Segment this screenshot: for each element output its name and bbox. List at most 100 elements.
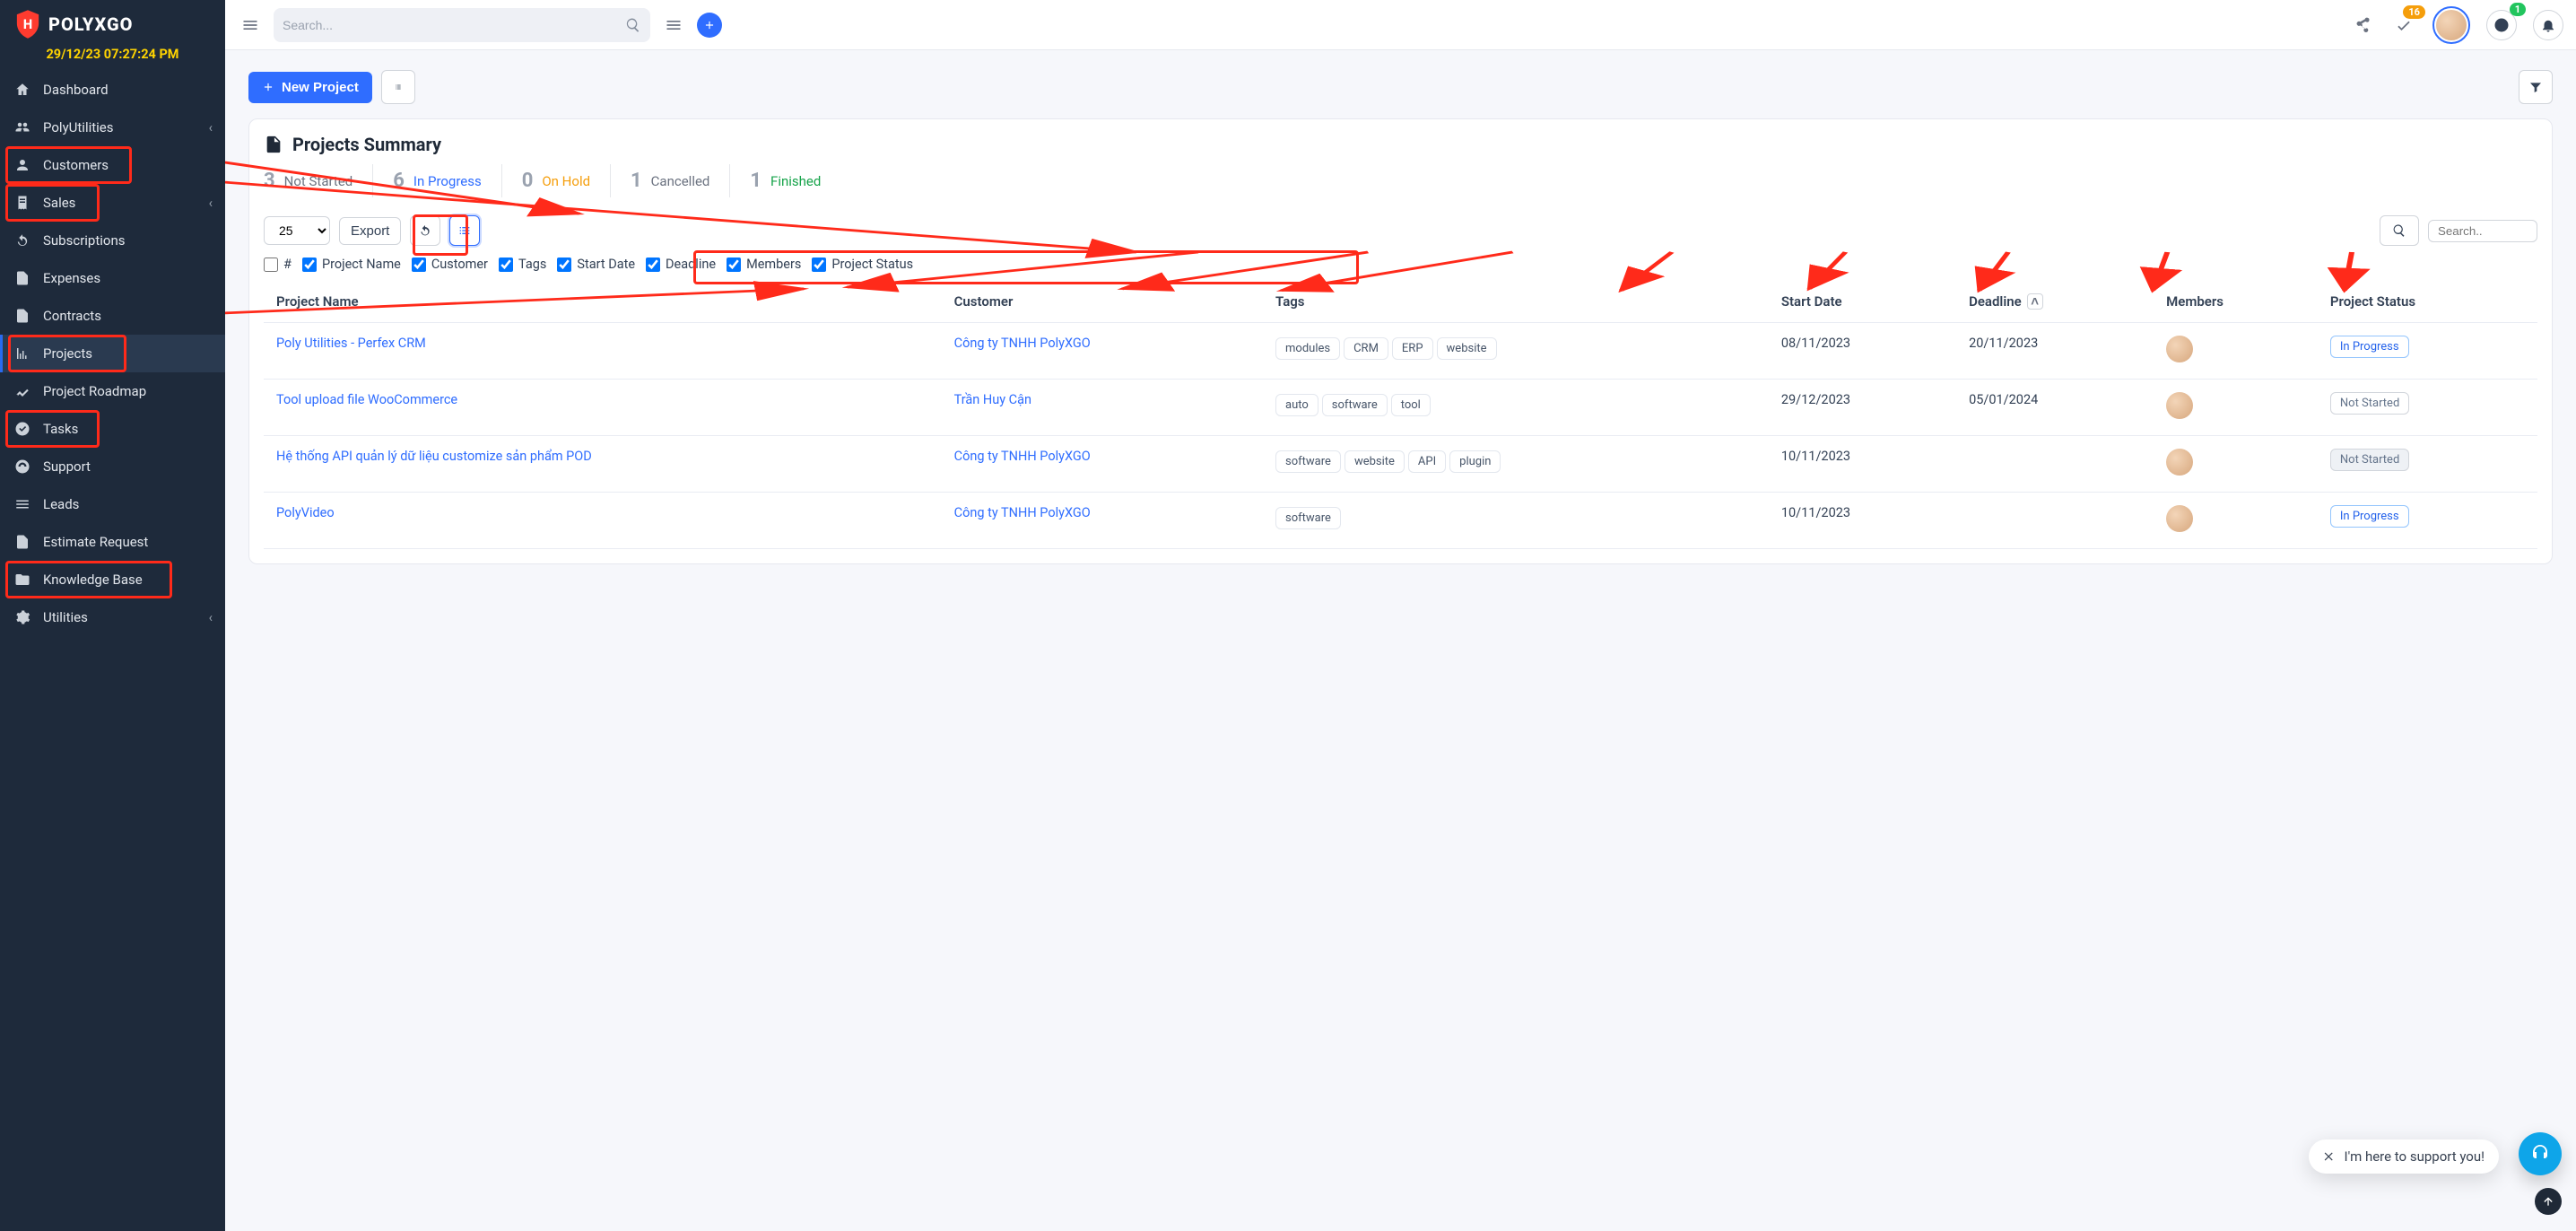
th-project-name[interactable]: Project Name: [264, 281, 942, 323]
nav-icon: [13, 231, 32, 250]
stat-num: 1: [631, 170, 642, 192]
sidebar-item-tasks[interactable]: Tasks: [0, 410, 225, 448]
tag[interactable]: software: [1322, 394, 1388, 416]
project-link[interactable]: Tool upload file WooCommerce: [276, 392, 457, 407]
sidebar-item-customers[interactable]: Customers: [0, 146, 225, 184]
member-avatar[interactable]: [2166, 392, 2193, 419]
sidebar-item-leads[interactable]: Leads: [0, 485, 225, 523]
col-toggle-checkbox[interactable]: [646, 258, 660, 272]
columns-button[interactable]: [449, 215, 480, 246]
user-avatar[interactable]: [2432, 6, 2470, 44]
col-toggle-checkbox[interactable]: [812, 258, 826, 272]
col-toggle-start-date[interactable]: Start Date: [557, 257, 635, 272]
col-toggle-checkbox[interactable]: [727, 258, 741, 272]
col-toggle-checkbox[interactable]: [557, 258, 571, 272]
bell-icon[interactable]: [2533, 10, 2563, 40]
check-notif[interactable]: 16: [2391, 13, 2416, 38]
close-icon[interactable]: [2323, 1150, 2336, 1163]
tag[interactable]: ERP: [1392, 337, 1433, 360]
project-link[interactable]: Hệ thống API quản lý dữ liệu customize s…: [276, 449, 592, 464]
th-start-date[interactable]: Start Date: [1769, 281, 1956, 323]
new-project-button[interactable]: New Project: [248, 72, 372, 103]
stat-label: Finished: [770, 173, 821, 189]
status-pill[interactable]: In Progress: [2330, 505, 2409, 528]
th-project-status[interactable]: Project Status: [2318, 281, 2537, 323]
tag[interactable]: plugin: [1449, 450, 1501, 473]
sidebar-item-sales[interactable]: Sales ‹: [0, 184, 225, 222]
col-toggle-project-status[interactable]: Project Status: [812, 257, 913, 272]
sidebar-item-project-roadmap[interactable]: Project Roadmap: [0, 372, 225, 410]
status-pill[interactable]: Not Started: [2330, 392, 2409, 415]
brand[interactable]: H POLYXGO: [0, 0, 225, 43]
tag[interactable]: website: [1437, 337, 1497, 360]
support-fab[interactable]: [2519, 1132, 2562, 1175]
menu-list-icon[interactable]: [661, 13, 686, 38]
tag[interactable]: software: [1275, 507, 1341, 529]
member-avatar[interactable]: [2166, 505, 2193, 532]
col-toggle--[interactable]: #: [264, 257, 292, 272]
col-toggle-checkbox[interactable]: [302, 258, 317, 272]
status-pill[interactable]: Not Started: [2330, 449, 2409, 471]
search-input[interactable]: [283, 18, 625, 32]
tag[interactable]: auto: [1275, 394, 1318, 416]
chevron-left-icon: ‹: [209, 610, 213, 625]
member-avatar[interactable]: [2166, 336, 2193, 362]
col-toggle-checkbox[interactable]: [499, 258, 513, 272]
support-bubble[interactable]: I'm here to support you!: [2309, 1139, 2499, 1174]
col-toggle-checkbox[interactable]: [412, 258, 426, 272]
brand-shield-icon: H: [14, 9, 41, 39]
section-title-text: Projects Summary: [292, 134, 441, 155]
tag[interactable]: CRM: [1344, 337, 1388, 360]
sidebar-item-projects[interactable]: Projects: [0, 335, 225, 372]
member-avatar[interactable]: [2166, 449, 2193, 476]
th-customer[interactable]: Customer: [942, 281, 1263, 323]
status-pill[interactable]: In Progress: [2330, 336, 2409, 358]
sidebar-item-polyutilities[interactable]: PolyUtilities ‹: [0, 109, 225, 146]
tag[interactable]: tool: [1391, 394, 1431, 416]
filter-button[interactable]: [2519, 70, 2553, 104]
tag[interactable]: modules: [1275, 337, 1340, 360]
sidebar-item-estimate-request[interactable]: Estimate Request: [0, 523, 225, 561]
col-toggle-members[interactable]: Members: [727, 257, 801, 272]
table-search[interactable]: [2428, 220, 2537, 242]
customer-link[interactable]: Công ty TNHH PolyXGO: [954, 505, 1091, 520]
tag[interactable]: website: [1345, 450, 1405, 473]
scroll-top-button[interactable]: [2535, 1188, 2562, 1215]
export-button[interactable]: Export: [339, 217, 401, 245]
project-link[interactable]: PolyVideo: [276, 505, 335, 520]
customer-link[interactable]: Công ty TNHH PolyXGO: [954, 336, 1091, 351]
col-toggle-checkbox[interactable]: [264, 258, 278, 272]
sidebar-item-support[interactable]: Support: [0, 448, 225, 485]
col-toggle-project-name[interactable]: Project Name: [302, 257, 401, 272]
timer-notif[interactable]: 1: [2486, 10, 2517, 40]
menu-toggle-icon[interactable]: [238, 13, 263, 38]
sidebar-item-expenses[interactable]: Expenses: [0, 259, 225, 297]
sidebar-item-contracts[interactable]: Contracts: [0, 297, 225, 335]
view-mode-button[interactable]: [381, 70, 415, 104]
page-size-select[interactable]: 25: [264, 216, 330, 245]
nav-label: Tasks: [43, 421, 213, 437]
quick-add-button[interactable]: [697, 13, 722, 38]
tag[interactable]: software: [1275, 450, 1341, 473]
clock-badge: 1: [2510, 3, 2526, 16]
th-members[interactable]: Members: [2154, 281, 2318, 323]
col-toggle-tags[interactable]: Tags: [499, 257, 546, 272]
table-search-button[interactable]: [2380, 215, 2419, 246]
table-search-input[interactable]: [2438, 224, 2528, 238]
tag[interactable]: API: [1408, 450, 1446, 473]
project-link[interactable]: Poly Utilities - Perfex CRM: [276, 336, 426, 351]
global-search[interactable]: [274, 8, 650, 42]
col-toggle-customer[interactable]: Customer: [412, 257, 488, 272]
sidebar-item-knowledge-base[interactable]: Knowledge Base: [0, 561, 225, 598]
customer-link[interactable]: Trần Huy Cận: [954, 392, 1031, 407]
customer-link[interactable]: Công ty TNHH PolyXGO: [954, 449, 1091, 464]
sidebar-item-dashboard[interactable]: Dashboard: [0, 71, 225, 109]
refresh-button[interactable]: [410, 215, 440, 246]
col-toggle-deadline[interactable]: Deadline: [646, 257, 716, 272]
th-deadline[interactable]: Deadline˄: [1956, 281, 2154, 323]
share-icon[interactable]: [2350, 13, 2375, 38]
sidebar-item-subscriptions[interactable]: Subscriptions: [0, 222, 225, 259]
nav-icon: [13, 193, 32, 213]
th-tags[interactable]: Tags: [1263, 281, 1769, 323]
sidebar-item-utilities[interactable]: Utilities ‹: [0, 598, 225, 636]
